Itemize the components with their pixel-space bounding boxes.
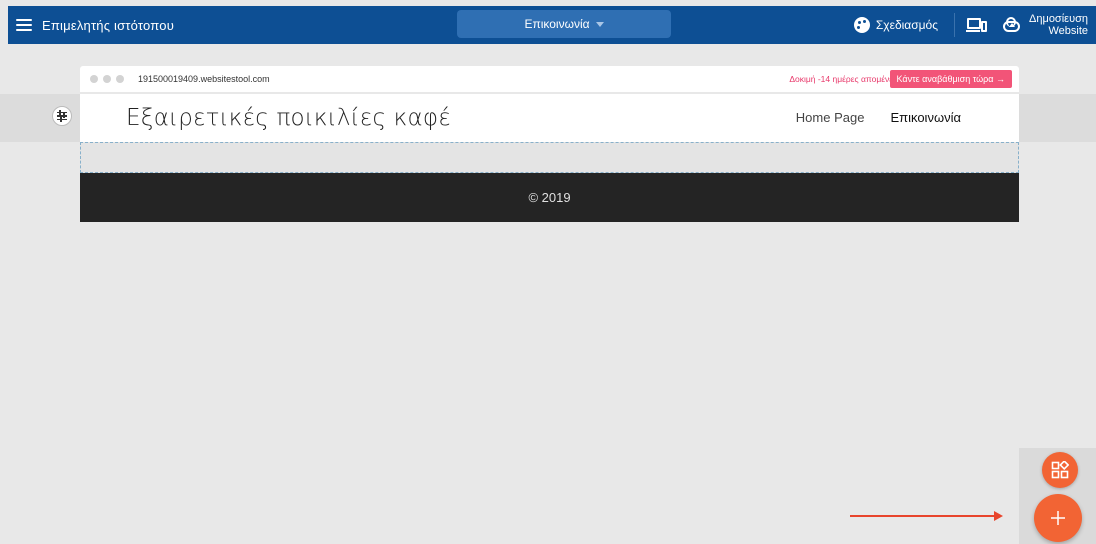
cloud-upload-icon[interactable] xyxy=(1001,17,1021,32)
publish-website-button[interactable]: Δημοσίευση Website xyxy=(1029,13,1096,37)
trial-notice: Δοκιμή -14 ημέρες απομένει xyxy=(789,74,895,84)
footer-copyright: © 2019 xyxy=(528,190,571,205)
publish-label-line1: Δημοσίευση xyxy=(1029,13,1088,25)
palette-icon xyxy=(853,17,870,33)
site-header[interactable]: Εξαιρετικές ποικιλίες καφέ Home Page Επι… xyxy=(80,94,1019,142)
design-label: Σχεδιασμός xyxy=(875,18,939,32)
page-selector-label: Επικοινωνία xyxy=(524,17,590,31)
plus-icon xyxy=(1051,511,1065,525)
page-selector-dropdown[interactable]: Επικοινωνία xyxy=(457,10,671,38)
menu-icon[interactable] xyxy=(16,19,32,31)
upgrade-now-button[interactable]: Κάντε αναβάθμιση τώρα → xyxy=(889,70,1012,88)
empty-section-dropzone[interactable] xyxy=(80,142,1019,173)
section-settings-icon[interactable] xyxy=(52,106,72,126)
toolbar-divider xyxy=(954,13,956,37)
annotation-arrow-head xyxy=(994,511,1003,521)
device-preview-icon[interactable] xyxy=(966,18,988,32)
nav-link-contact[interactable]: Επικοινωνία xyxy=(890,110,961,125)
nav-link-home[interactable]: Home Page xyxy=(796,110,865,125)
design-button[interactable]: Σχεδιασμός xyxy=(853,17,939,33)
site-footer[interactable]: © 2019 xyxy=(80,173,1019,222)
site-nav: Home Page Επικοινωνία xyxy=(796,110,961,125)
annotation-arrow-line xyxy=(850,515,996,517)
app-title: Επιμελητής ιστότοπου xyxy=(42,17,175,33)
widgets-button[interactable] xyxy=(1042,452,1078,488)
publish-label-line2: Website xyxy=(1048,25,1088,37)
add-element-button[interactable] xyxy=(1034,494,1082,542)
site-title[interactable]: Εξαιρετικές ποικιλίες καφέ xyxy=(126,105,451,131)
browser-frame-bar: 191500019409.websitestool.com Δοκιμή -14… xyxy=(80,66,1019,92)
window-dots xyxy=(80,75,124,83)
editor-toolbar: Επιμελητής ιστότοπου Επικοινωνία Σχεδιασ… xyxy=(8,6,1096,44)
widgets-icon xyxy=(1051,461,1069,479)
chevron-down-icon xyxy=(595,21,604,27)
site-url: 191500019409.websitestool.com xyxy=(138,74,270,84)
